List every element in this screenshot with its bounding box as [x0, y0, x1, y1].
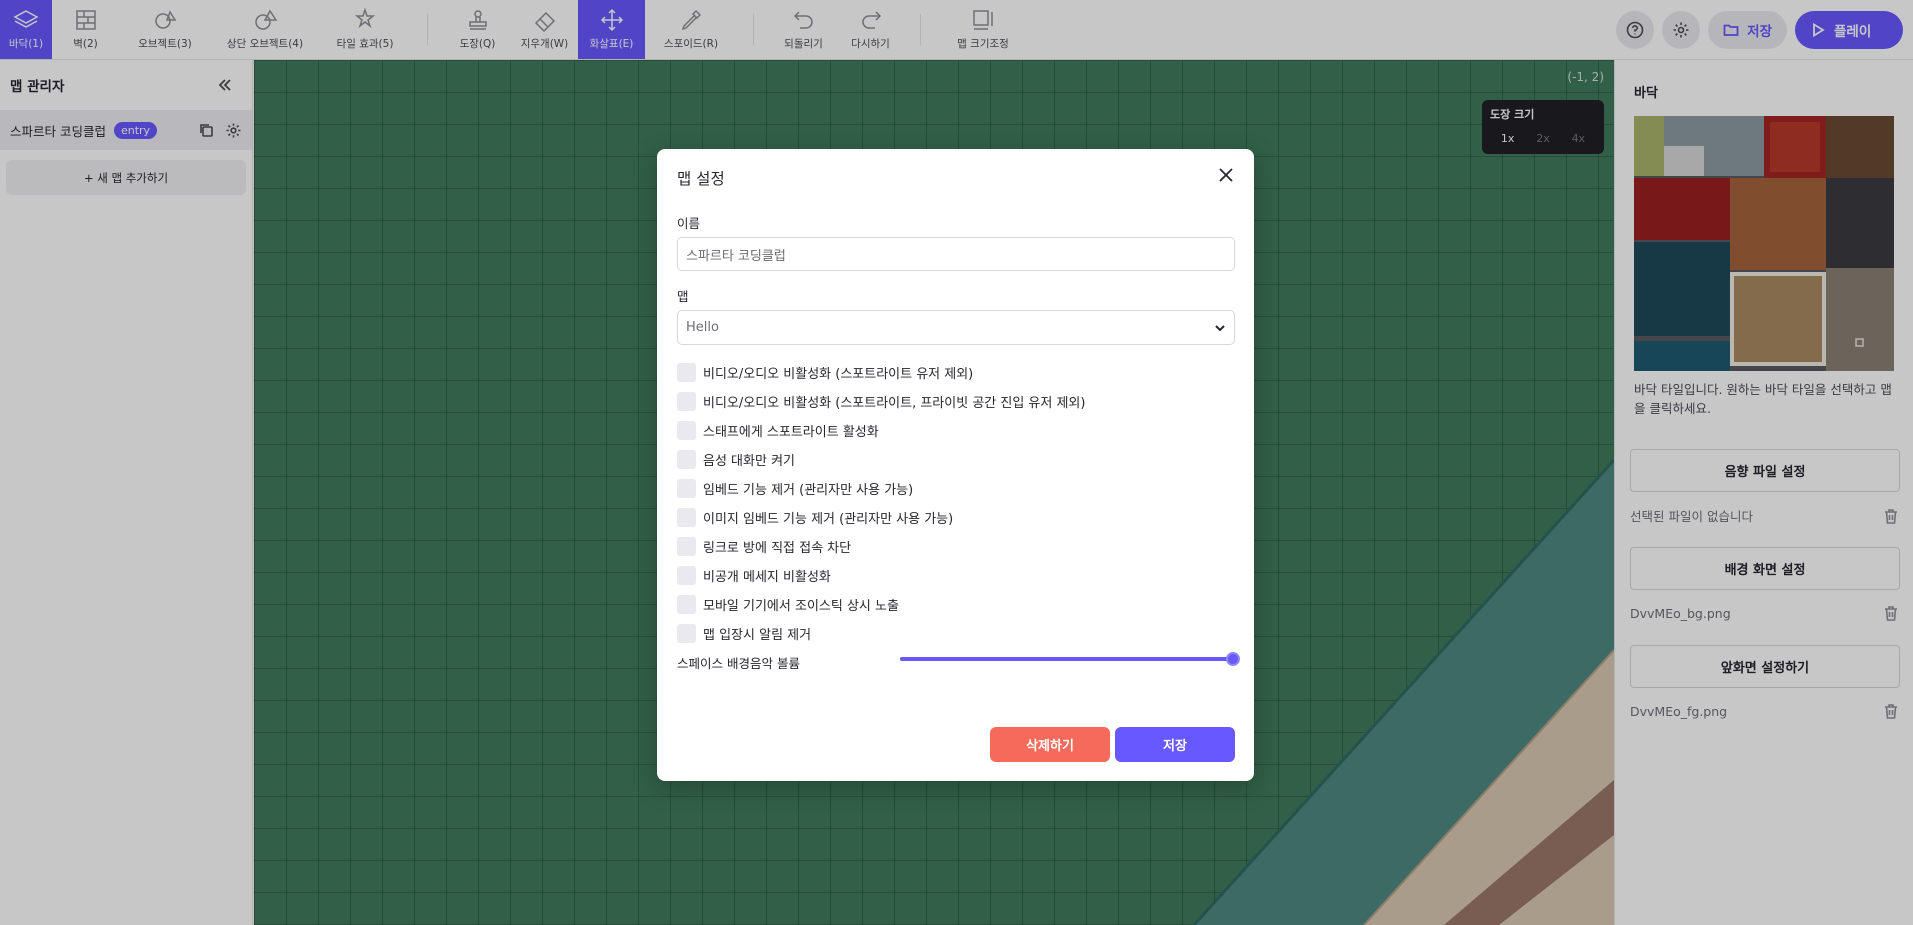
option-label: 이미지 임베드 기능 제거 (관리자만 사용 가능): [703, 512, 954, 527]
close-icon: [1219, 168, 1233, 182]
option-row[interactable]: 스태프에게 스포트라이트 활성화: [677, 416, 1237, 445]
map-name-input[interactable]: [677, 237, 1235, 271]
slider-handle[interactable]: [1226, 652, 1240, 666]
option-row[interactable]: 비공개 메세지 비활성화: [677, 561, 1237, 590]
option-label: 맵 입장시 알림 제거: [703, 628, 812, 643]
option-checkbox[interactable]: [677, 421, 696, 440]
option-checkbox[interactable]: [677, 537, 696, 556]
option-label: 링크로 방에 직접 접속 차단: [703, 541, 852, 556]
chevron-down-icon: [1215, 324, 1225, 331]
option-checkbox[interactable]: [677, 508, 696, 527]
option-checkbox[interactable]: [677, 624, 696, 643]
delete-button[interactable]: 삭제하기: [990, 727, 1110, 762]
option-row[interactable]: 임베드 기능 제거 (관리자만 사용 가능): [677, 474, 1237, 503]
option-row[interactable]: 비디오/오디오 비활성화 (스포트라이트, 프라이빗 공간 진입 유저 제외): [677, 387, 1237, 416]
close-button[interactable]: [1216, 165, 1236, 185]
map-options-list: 비디오/오디오 비활성화 (스포트라이트 유저 제외) 비디오/오디오 비활성화…: [677, 358, 1237, 648]
option-label: 임베드 기능 제거 (관리자만 사용 가능): [703, 483, 914, 498]
map-settings-modal: 맵 설정 이름 맵 Hello 비디오/오디오 비활성화 (스포트라이트 유저 …: [657, 149, 1254, 781]
map-select[interactable]: Hello: [677, 310, 1235, 345]
option-checkbox[interactable]: [677, 363, 696, 382]
bgm-volume-slider[interactable]: [900, 652, 1240, 666]
option-label: 스태프에게 스포트라이트 활성화: [703, 425, 879, 440]
map-select-value: Hello: [686, 320, 719, 335]
option-checkbox[interactable]: [677, 566, 696, 585]
option-row[interactable]: 이미지 임베드 기능 제거 (관리자만 사용 가능): [677, 503, 1237, 532]
name-field-label: 이름: [677, 216, 701, 231]
option-label: 음성 대화만 켜기: [703, 454, 795, 469]
option-row[interactable]: 맵 입장시 알림 제거: [677, 619, 1237, 648]
option-row[interactable]: 비디오/오디오 비활성화 (스포트라이트 유저 제외): [677, 358, 1237, 387]
option-checkbox[interactable]: [677, 479, 696, 498]
option-row[interactable]: 링크로 방에 직접 접속 차단: [677, 532, 1237, 561]
option-row[interactable]: 음성 대화만 켜기: [677, 445, 1237, 474]
option-label: 비디오/오디오 비활성화 (스포트라이트 유저 제외): [703, 367, 974, 382]
option-row[interactable]: 모바일 기기에서 조이스틱 상시 노출: [677, 590, 1237, 619]
option-label: 비디오/오디오 비활성화 (스포트라이트, 프라이빗 공간 진입 유저 제외): [703, 396, 1086, 411]
bgm-volume-row: 스페이스 배경음악 볼륨: [677, 652, 1240, 672]
option-label: 모바일 기기에서 조이스틱 상시 노출: [703, 599, 899, 614]
map-field-label: 맵: [677, 289, 689, 304]
modal-save-button[interactable]: 저장: [1115, 727, 1235, 762]
option-label: 비공개 메세지 비활성화: [703, 570, 831, 585]
option-checkbox[interactable]: [677, 450, 696, 469]
option-checkbox[interactable]: [677, 595, 696, 614]
bgm-volume-label: 스페이스 배경음악 볼륨: [677, 656, 800, 671]
modal-title: 맵 설정: [677, 170, 725, 188]
option-checkbox[interactable]: [677, 392, 696, 411]
